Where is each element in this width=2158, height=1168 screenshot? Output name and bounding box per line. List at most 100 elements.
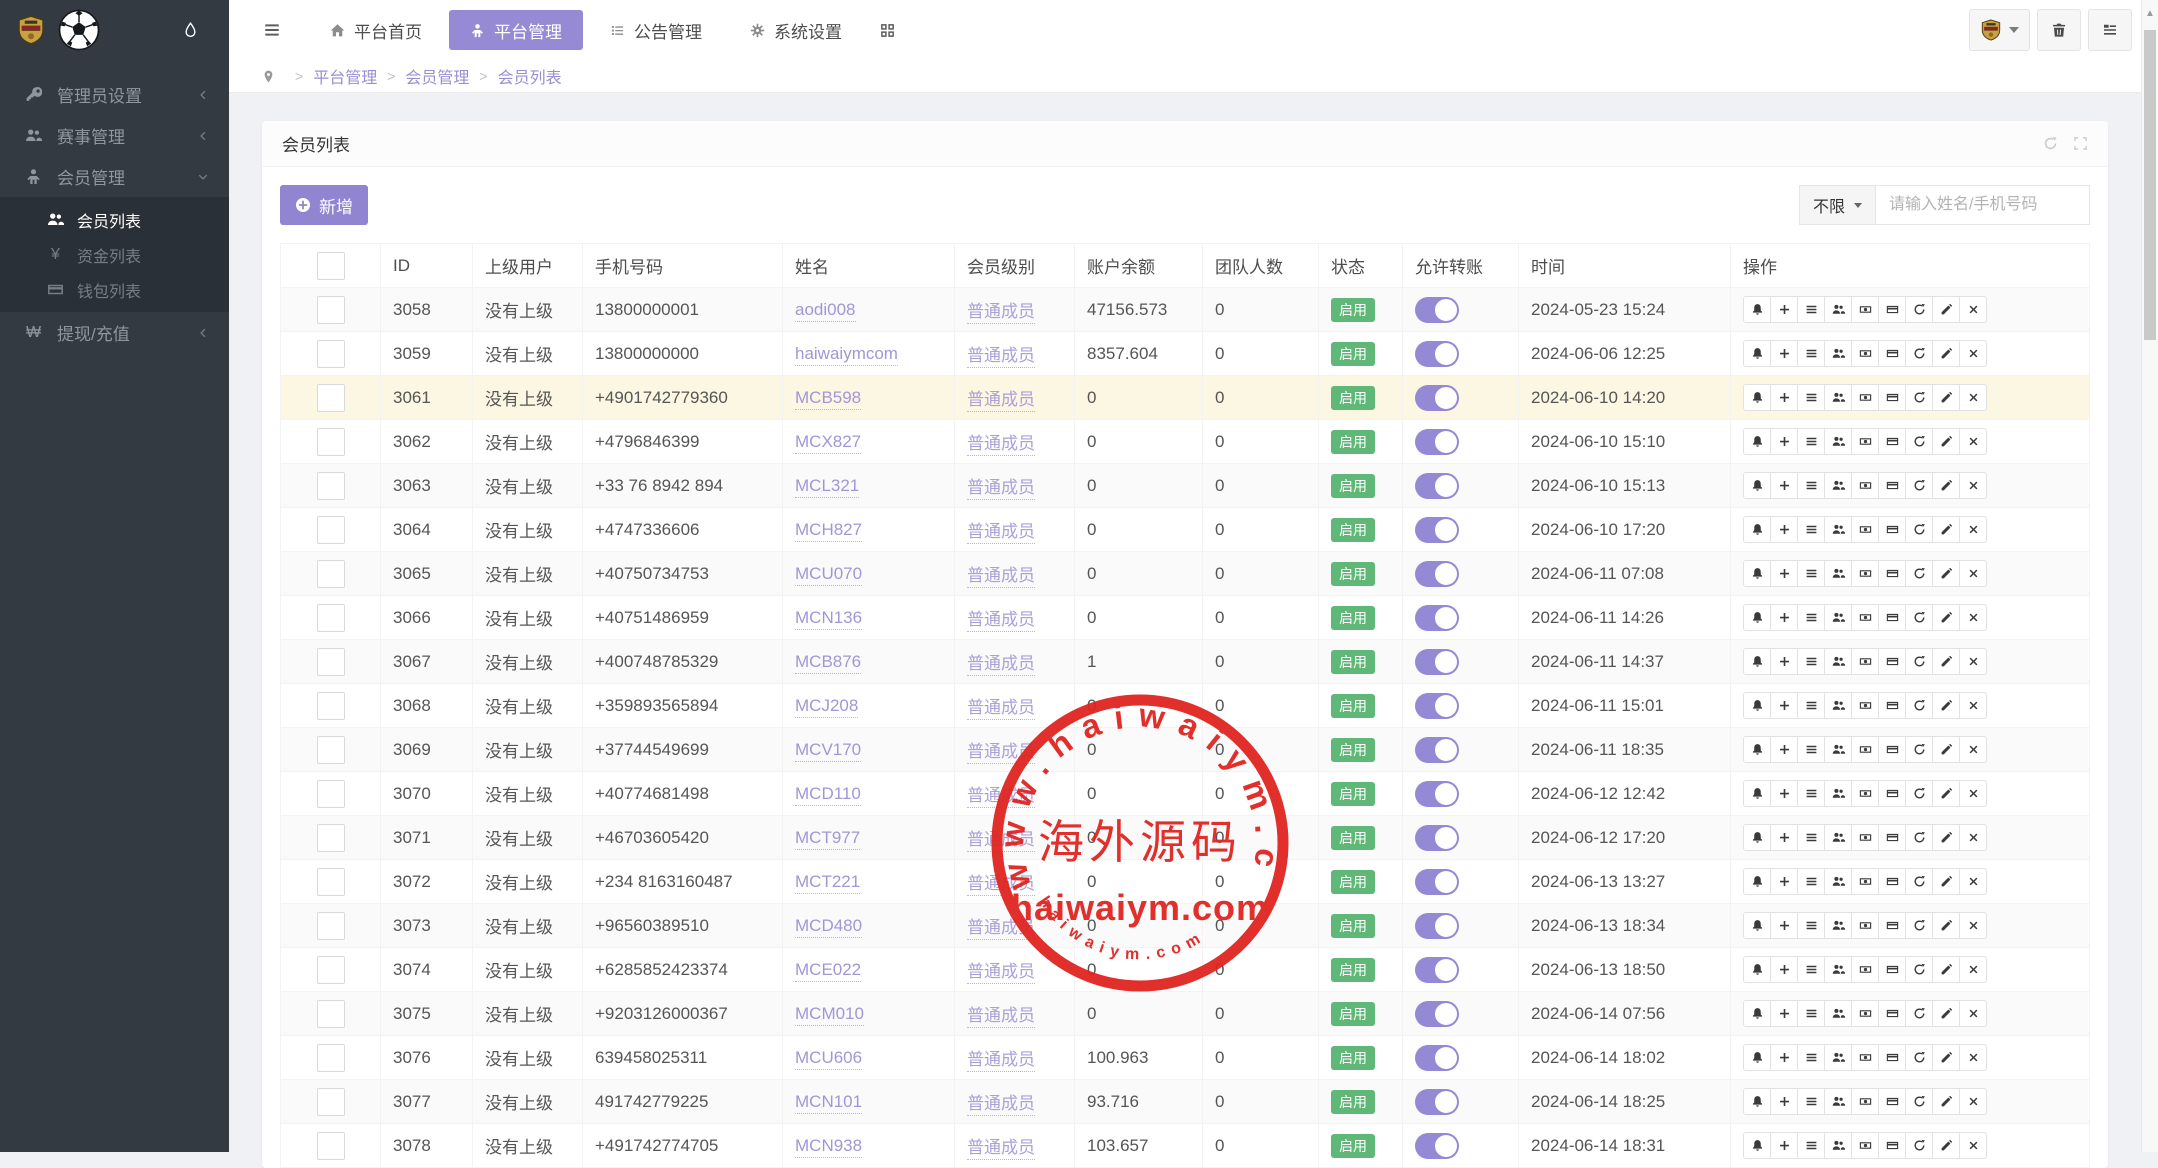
bell-button[interactable] bbox=[1743, 1088, 1771, 1115]
refresh-button[interactable] bbox=[1905, 516, 1933, 543]
transfer-toggle[interactable] bbox=[1415, 1001, 1459, 1027]
refresh-button[interactable] bbox=[1905, 604, 1933, 631]
row-checkbox[interactable] bbox=[317, 1000, 345, 1028]
money-button[interactable] bbox=[1851, 1044, 1879, 1071]
money-button[interactable] bbox=[1851, 868, 1879, 895]
refresh-button[interactable] bbox=[1905, 956, 1933, 983]
row-checkbox[interactable] bbox=[317, 912, 345, 940]
delete-button[interactable] bbox=[1959, 912, 1987, 939]
card-button[interactable] bbox=[1878, 1044, 1906, 1071]
card-button[interactable] bbox=[1878, 648, 1906, 675]
edit-button[interactable] bbox=[1932, 736, 1960, 763]
member-name-link[interactable]: MCE022 bbox=[795, 960, 861, 982]
edit-button[interactable] bbox=[1932, 340, 1960, 367]
team-button[interactable] bbox=[1824, 956, 1852, 983]
delete-button[interactable] bbox=[1959, 1088, 1987, 1115]
detail-button[interactable] bbox=[1797, 296, 1825, 323]
card-button[interactable] bbox=[1878, 296, 1906, 323]
plus-button[interactable] bbox=[1770, 296, 1798, 323]
bell-button[interactable] bbox=[1743, 912, 1771, 939]
bell-button[interactable] bbox=[1743, 692, 1771, 719]
member-level-link[interactable]: 普通成员 bbox=[967, 1138, 1035, 1160]
money-button[interactable] bbox=[1851, 1088, 1879, 1115]
refresh-button[interactable] bbox=[1905, 648, 1933, 675]
detail-button[interactable] bbox=[1797, 648, 1825, 675]
member-name-link[interactable]: MCB598 bbox=[795, 388, 861, 410]
card-button[interactable] bbox=[1878, 868, 1906, 895]
money-button[interactable] bbox=[1851, 1132, 1879, 1159]
edit-button[interactable] bbox=[1932, 824, 1960, 851]
member-name-link[interactable]: MCT977 bbox=[795, 828, 860, 850]
nav-item-1[interactable]: 平台管理 bbox=[449, 10, 583, 50]
bell-button[interactable] bbox=[1743, 340, 1771, 367]
team-button[interactable] bbox=[1824, 1088, 1852, 1115]
money-button[interactable] bbox=[1851, 956, 1879, 983]
team-button[interactable] bbox=[1824, 428, 1852, 455]
bell-button[interactable] bbox=[1743, 956, 1771, 983]
row-checkbox[interactable] bbox=[317, 428, 345, 456]
team-button[interactable] bbox=[1824, 868, 1852, 895]
member-name-link[interactable]: MCT221 bbox=[795, 872, 860, 894]
clear-cache-button[interactable] bbox=[2037, 9, 2081, 51]
member-level-link[interactable]: 普通成员 bbox=[967, 786, 1035, 808]
vertical-scrollbar[interactable]: ▲ bbox=[2141, 0, 2158, 1152]
delete-button[interactable] bbox=[1959, 340, 1987, 367]
delete-button[interactable] bbox=[1959, 648, 1987, 675]
delete-button[interactable] bbox=[1959, 692, 1987, 719]
member-level-link[interactable]: 普通成员 bbox=[967, 962, 1035, 984]
layout-toggle-button[interactable] bbox=[2088, 9, 2132, 51]
sidebar-subitem-0[interactable]: 会员列表 bbox=[0, 202, 229, 237]
card-button[interactable] bbox=[1878, 736, 1906, 763]
row-checkbox[interactable] bbox=[317, 1132, 345, 1160]
refresh-button[interactable] bbox=[1905, 1044, 1933, 1071]
money-button[interactable] bbox=[1851, 296, 1879, 323]
detail-button[interactable] bbox=[1797, 1000, 1825, 1027]
transfer-toggle[interactable] bbox=[1415, 1133, 1459, 1159]
member-name-link[interactable]: MCU606 bbox=[795, 1048, 862, 1070]
member-name-link[interactable]: MCN136 bbox=[795, 608, 862, 630]
detail-button[interactable] bbox=[1797, 516, 1825, 543]
plus-button[interactable] bbox=[1770, 1000, 1798, 1027]
refresh-button[interactable] bbox=[1905, 824, 1933, 851]
team-button[interactable] bbox=[1824, 736, 1852, 763]
edit-button[interactable] bbox=[1932, 780, 1960, 807]
card-fullscreen-icon[interactable] bbox=[2073, 136, 2088, 151]
member-level-link[interactable]: 普通成员 bbox=[967, 698, 1035, 720]
detail-button[interactable] bbox=[1797, 560, 1825, 587]
refresh-button[interactable] bbox=[1905, 472, 1933, 499]
bell-button[interactable] bbox=[1743, 472, 1771, 499]
bell-button[interactable] bbox=[1743, 824, 1771, 851]
card-button[interactable] bbox=[1878, 1132, 1906, 1159]
edit-button[interactable] bbox=[1932, 868, 1960, 895]
sidebar-subitem-2[interactable]: 钱包列表 bbox=[0, 272, 229, 307]
row-checkbox[interactable] bbox=[317, 692, 345, 720]
transfer-toggle[interactable] bbox=[1415, 297, 1459, 323]
member-level-link[interactable]: 普通成员 bbox=[967, 654, 1035, 676]
bell-button[interactable] bbox=[1743, 736, 1771, 763]
card-button[interactable] bbox=[1878, 472, 1906, 499]
breadcrumb-item-1[interactable]: 会员管理 bbox=[405, 64, 469, 88]
money-button[interactable] bbox=[1851, 516, 1879, 543]
transfer-toggle[interactable] bbox=[1415, 737, 1459, 763]
refresh-button[interactable] bbox=[1905, 780, 1933, 807]
transfer-toggle[interactable] bbox=[1415, 341, 1459, 367]
team-button[interactable] bbox=[1824, 296, 1852, 323]
row-checkbox[interactable] bbox=[317, 736, 345, 764]
money-button[interactable] bbox=[1851, 1000, 1879, 1027]
delete-button[interactable] bbox=[1959, 296, 1987, 323]
refresh-button[interactable] bbox=[1905, 868, 1933, 895]
delete-button[interactable] bbox=[1959, 956, 1987, 983]
card-button[interactable] bbox=[1878, 560, 1906, 587]
plus-button[interactable] bbox=[1770, 780, 1798, 807]
member-level-link[interactable]: 普通成员 bbox=[967, 1050, 1035, 1072]
edit-button[interactable] bbox=[1932, 956, 1960, 983]
delete-button[interactable] bbox=[1959, 1132, 1987, 1159]
edit-button[interactable] bbox=[1932, 1132, 1960, 1159]
row-checkbox[interactable] bbox=[317, 340, 345, 368]
team-button[interactable] bbox=[1824, 1044, 1852, 1071]
bell-button[interactable] bbox=[1743, 560, 1771, 587]
refresh-button[interactable] bbox=[1905, 560, 1933, 587]
bell-button[interactable] bbox=[1743, 1132, 1771, 1159]
member-name-link[interactable]: MCM010 bbox=[795, 1004, 864, 1026]
member-name-link[interactable]: MCX827 bbox=[795, 432, 861, 454]
